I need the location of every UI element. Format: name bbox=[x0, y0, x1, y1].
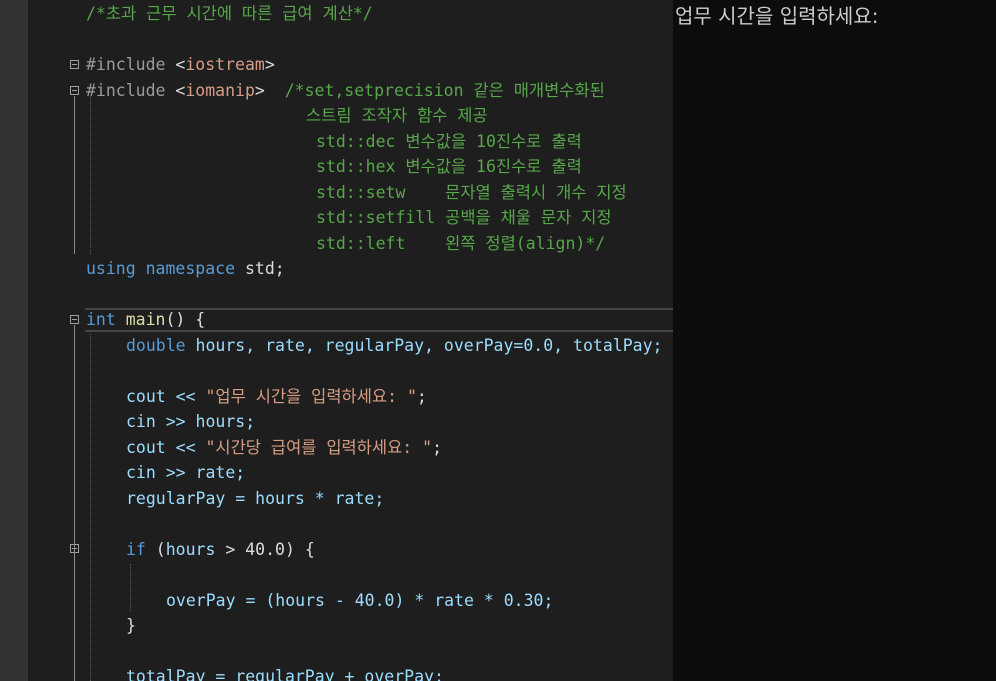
code-line-regularpay: regularPay = hours * rate; bbox=[126, 489, 385, 508]
code-line-overpay: overPay = (hours - 40.0) * rate * 0.30; bbox=[166, 591, 554, 610]
code-line-totalpay: totalPay = regularPay + overPay; bbox=[126, 667, 444, 681]
code-line-comment: std::hex 변수값을 16진수로 출력 bbox=[316, 157, 582, 176]
code-line-cin-rate: cin >> rate; bbox=[126, 463, 246, 482]
code-line-decl: double hours, rate, regularPay, overPay=… bbox=[126, 336, 663, 355]
code-line-comment: 스트림 조작자 함수 제공 bbox=[306, 106, 488, 125]
collapse-include-icon[interactable] bbox=[70, 60, 79, 69]
code-line-cin-hours: cin >> hours; bbox=[126, 412, 256, 431]
fold-region-rule bbox=[74, 96, 75, 254]
code-line-using: using namespace std; bbox=[86, 259, 285, 278]
code-line-comment: std::left 왼쪽 정렬(align)*/ bbox=[316, 234, 606, 253]
code-line-close-brace: } bbox=[126, 616, 136, 635]
code-line-comment-title: /*초과 근무 시간에 따른 급여 계산*/ bbox=[86, 4, 373, 23]
console-output: 업무 시간을 입력하세요: bbox=[675, 4, 879, 28]
indent-guide bbox=[90, 96, 91, 254]
code-line-comment: std::setfill 공백을 채울 문자 지정 bbox=[316, 208, 612, 227]
fold-region-rule bbox=[74, 325, 75, 681]
code-line-include-iostream: #include <iostream> bbox=[86, 55, 275, 74]
console-window[interactable]: 업무 시간을 입력하세요: bbox=[673, 0, 996, 681]
code-line-cout-rate: cout << "시간당 급여를 입력하세요: "; bbox=[126, 438, 443, 457]
code-line-comment: std::dec 변수값을 10진수로 출력 bbox=[316, 132, 582, 151]
code-line-cout-hours: cout << "업무 시간을 입력하세요: "; bbox=[126, 387, 427, 406]
code-editor[interactable]: /*초과 근무 시간에 따른 급여 계산*/ #include <iostrea… bbox=[28, 0, 673, 681]
indent-guide bbox=[90, 334, 91, 681]
code-line-main: int main() { bbox=[86, 310, 206, 329]
code-line-comment: std::setw 문자열 출력시 개수 지정 bbox=[316, 183, 627, 202]
editor-margin bbox=[0, 0, 28, 681]
collapse-main-icon[interactable] bbox=[70, 315, 79, 324]
indent-guide bbox=[130, 564, 131, 612]
collapse-include-comment-icon[interactable] bbox=[70, 86, 79, 95]
code-line-if: if (hours > 40.0) { bbox=[126, 540, 315, 559]
code-line-include-iomanip: #include <iomanip> /*set,setprecision 같은… bbox=[86, 81, 605, 100]
